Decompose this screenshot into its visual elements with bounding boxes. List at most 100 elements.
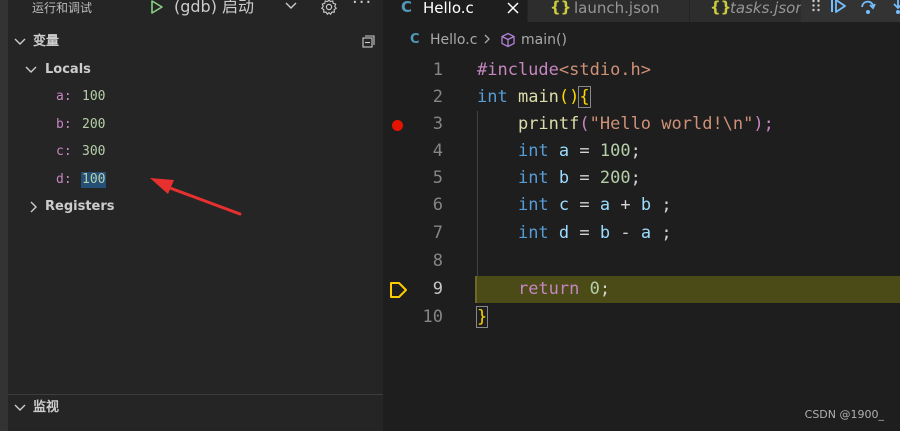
line-number: 8 (432, 251, 443, 271)
token-type: int (477, 87, 508, 107)
chevron-down-icon (25, 66, 37, 73)
tab-label: tasks.json (730, 0, 801, 17)
code-line[interactable]: int c = a + b ; (477, 192, 672, 219)
variable-row[interactable]: a: 100 (8, 86, 383, 108)
code-editor: C Hello.c {} launch.json {} tasks.json C… (383, 0, 900, 431)
debug-float-toolbar (801, 0, 900, 22)
code-line[interactable]: int main(){ (477, 84, 591, 111)
json-file-icon: {} (550, 0, 572, 16)
tab-label: launch.json (574, 0, 660, 17)
tab-tasks-json[interactable]: {} tasks.json (689, 0, 801, 22)
token-variable: b (640, 195, 652, 215)
variable-value: 300 (82, 144, 106, 159)
token-punct: ; (651, 223, 672, 243)
line-number: 6 (432, 195, 443, 215)
token-operator: + (610, 195, 641, 215)
more-actions-icon[interactable]: ··· (352, 0, 372, 13)
token-brace: } (475, 306, 489, 328)
token-type: int (517, 168, 549, 188)
watermark: CSDN @1900_ (804, 408, 884, 421)
code-line[interactable]: #include<stdio.h> (477, 57, 651, 84)
chevron-right-icon (484, 34, 490, 44)
symbol-method-icon (501, 32, 515, 48)
tab-launch-json[interactable]: {} launch.json (527, 0, 689, 22)
close-icon[interactable] (506, 1, 520, 15)
token-punct: ; (651, 195, 672, 215)
variable-name: b: (56, 117, 72, 132)
registers-label: Registers (45, 199, 115, 214)
chevron-down-icon[interactable] (284, 0, 298, 13)
variable-value: 200 (82, 117, 106, 132)
editor-tab-bar: C Hello.c {} launch.json {} tasks.json (383, 0, 900, 22)
token-operator: = (569, 141, 600, 161)
activity-bar-edge (0, 0, 8, 431)
variables-section-header[interactable]: 变量 (8, 31, 383, 53)
variable-row[interactable]: c: 300 (8, 141, 383, 163)
token-keyword: return (517, 279, 580, 299)
start-debugging-icon[interactable] (149, 0, 165, 15)
line-number: 4 (432, 141, 443, 161)
token-operator: = (569, 168, 600, 188)
chevron-right-icon (30, 201, 37, 213)
chevron-down-icon (14, 38, 26, 45)
drag-grip-icon[interactable] (811, 0, 821, 12)
gear-icon[interactable] (320, 0, 338, 16)
code-line[interactable]: int a = 100; (477, 138, 641, 165)
line-number: 7 (432, 223, 443, 243)
token-variable: a (599, 195, 611, 215)
json-file-icon: {} (710, 0, 732, 16)
breadcrumb-symbol[interactable]: main() (521, 32, 567, 48)
tab-hello-c[interactable]: C Hello.c (383, 0, 527, 22)
token-variable: b (558, 168, 570, 188)
token-variable: b (599, 223, 611, 243)
token-type: int (517, 223, 549, 243)
variables-section-title: 变量 (33, 34, 60, 49)
token-punct: ; (630, 168, 641, 188)
token-variable: a (640, 223, 652, 243)
token-variable: a (558, 141, 570, 161)
tree-item-locals[interactable]: Locals (8, 59, 383, 81)
breadcrumb-file[interactable]: Hello.c (430, 32, 477, 48)
step-into-icon[interactable] (889, 0, 900, 15)
variable-name: a: (56, 89, 72, 104)
continue-icon[interactable] (829, 0, 847, 15)
token-string: "Hello world!\n" (589, 114, 754, 134)
code-line[interactable]: } (475, 304, 489, 331)
token-type: int (517, 195, 549, 215)
token-punct: ; (630, 141, 641, 161)
code-line[interactable]: int d = b - a ; (477, 220, 672, 247)
line-number: 2 (432, 87, 443, 107)
annotation-arrow-icon (150, 178, 242, 216)
token-variable: d (558, 223, 570, 243)
breadcrumb: C Hello.c main() (383, 29, 900, 51)
variable-value-changed: 100 (81, 172, 107, 188)
code-line[interactable]: printf("Hello world!\n"); (477, 111, 774, 138)
watch-section-header[interactable]: 监视 (8, 397, 383, 419)
token-operator: = (569, 223, 600, 243)
debug-view-title: 运行和调试 (32, 1, 93, 15)
token-operator: = (569, 195, 600, 215)
line-number: 1 (432, 60, 443, 80)
token-parens: () (558, 87, 580, 107)
code-line[interactable]: int b = 200; (477, 165, 641, 192)
token-paren: ( (579, 114, 590, 134)
panel-divider (8, 394, 383, 395)
line-number: 3 (432, 114, 443, 134)
variable-name: d: (56, 172, 72, 187)
token-number: 0 (589, 279, 600, 299)
token-number: 200 (599, 168, 631, 188)
tab-label: Hello.c (423, 0, 474, 17)
locals-label: Locals (45, 62, 91, 77)
code-line[interactable]: return 0; (477, 276, 610, 303)
token-number: 100 (599, 141, 631, 161)
collapse-all-icon[interactable] (359, 34, 375, 50)
token-function: printf (517, 114, 580, 134)
token-punct: ; (599, 279, 611, 299)
step-over-icon[interactable] (859, 0, 877, 15)
watch-section-title: 监视 (33, 400, 60, 415)
token-type: int (517, 141, 549, 161)
launch-config-select[interactable]: (gdb) 启动 (174, 0, 254, 17)
variable-row[interactable]: b: 200 (8, 114, 383, 136)
c-file-icon: C (410, 32, 420, 47)
debug-toolbar: 运行和调试 (gdb) 启动 ··· (8, 0, 383, 20)
